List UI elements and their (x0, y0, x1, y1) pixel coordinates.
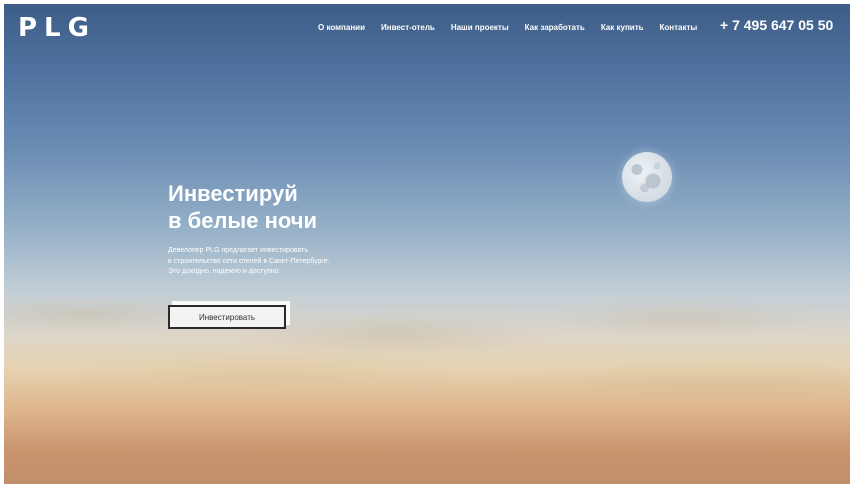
logo[interactable]: PLG (18, 14, 96, 42)
main-nav: О компании Инвест-отель Наши проекты Как… (318, 20, 713, 34)
nav-item-projects[interactable]: Наши проекты (451, 23, 509, 32)
hero-description-line: Это доходно, надежно и доступно. (168, 268, 281, 275)
hero-title-line-1: Инвестируй (168, 181, 298, 206)
hero-description-line: в строительство сети отелей в Санкт-Пете… (168, 257, 330, 265)
moon-icon (622, 152, 672, 202)
cloud-haze (4, 274, 850, 424)
hero-description-line: Девелопер PLG предлагает инвестировать (168, 247, 308, 254)
page-frame: PLG О компании Инвест-отель Наши проекты… (0, 0, 853, 487)
nav-item-how-to-buy[interactable]: Как купить (601, 23, 644, 32)
hero-description: Девелопер PLG предлагает инвестировать в… (168, 246, 398, 278)
invest-button[interactable]: Инвестировать (168, 305, 286, 329)
hero-title-line-2: в белые ночи (168, 208, 318, 233)
nav-item-contacts[interactable]: Контакты (660, 23, 698, 32)
nav-item-about[interactable]: О компании (318, 23, 365, 32)
nav-item-invest-hotel[interactable]: Инвест-отель (381, 23, 435, 32)
hero-section: PLG О компании Инвест-отель Наши проекты… (4, 4, 850, 484)
hero-title: Инвестируй в белые ночи (168, 180, 317, 234)
nav-item-how-to-earn[interactable]: Как заработать (525, 23, 585, 32)
phone-link[interactable]: + 7 495 647 05 50 (720, 16, 833, 34)
